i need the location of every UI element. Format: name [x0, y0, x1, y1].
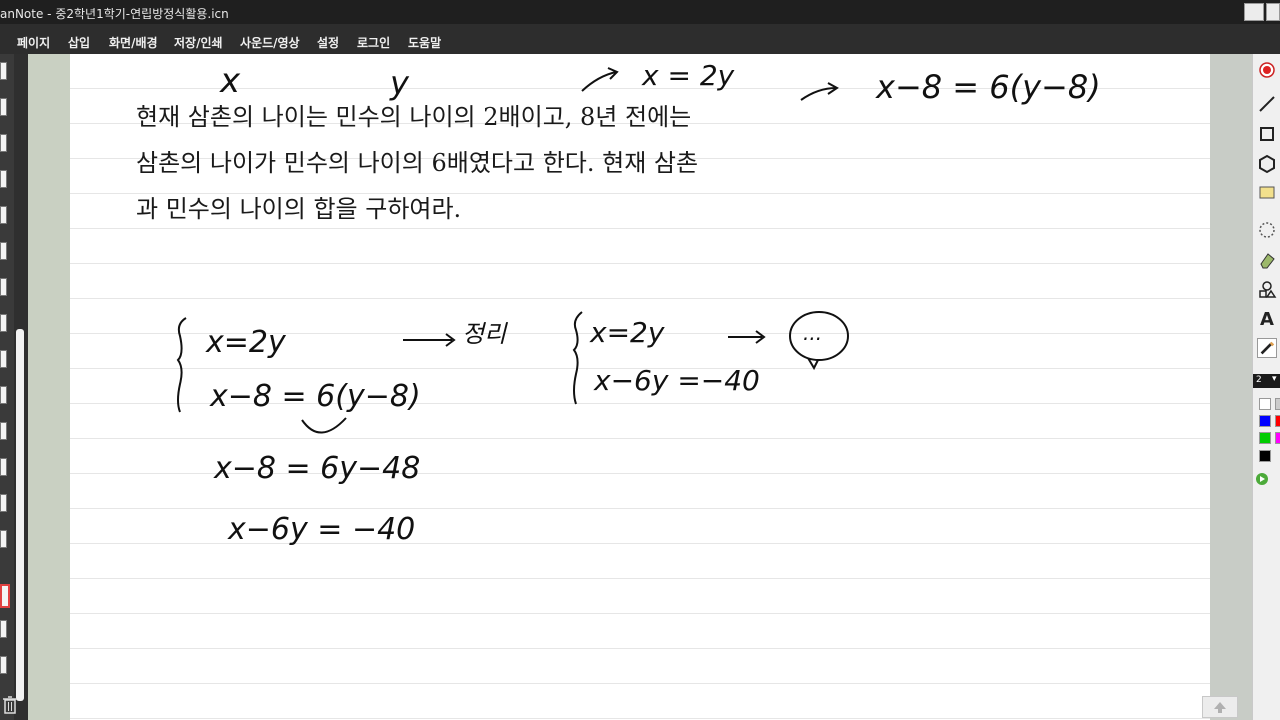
handwritten-top-eq1: x = 2y: [641, 59, 735, 92]
arrow-word: 정리: [462, 320, 508, 348]
system2-eq1: x=2y: [589, 316, 665, 349]
note-page[interactable]: 현재 삼촌의 나이는 민수의 나이의 2배이고, 8년 전에는 삼촌의 나이가 …: [70, 54, 1210, 720]
hexagon-icon[interactable]: [1257, 154, 1277, 174]
minimize-button[interactable]: [1244, 3, 1264, 21]
rectangle-icon[interactable]: [1257, 124, 1277, 144]
menu-bar: 페이지 삽입 화면/배경 저장/인쇄 사운드/영상 설정 로그인 도움말: [0, 24, 1280, 54]
color-swatch-blue[interactable]: [1259, 415, 1271, 427]
menu-help[interactable]: 도움말: [408, 34, 441, 51]
step2-eq: x−6y = −40: [227, 512, 415, 547]
color-swatch-black[interactable]: [1259, 450, 1271, 462]
page-thumbnail[interactable]: [0, 170, 7, 188]
record-icon[interactable]: [1257, 60, 1277, 80]
page-thumbnail[interactable]: [0, 278, 7, 296]
brace-icon: [572, 311, 583, 405]
color-swatch-white[interactable]: [1259, 398, 1271, 410]
maximize-button[interactable]: [1266, 3, 1280, 21]
line-icon[interactable]: [1257, 94, 1277, 114]
page-thumbnail[interactable]: [0, 350, 7, 368]
distribute-mark-icon: [301, 417, 347, 434]
page-thumbnail[interactable]: [0, 422, 7, 440]
color-swatch-magenta[interactable]: [1275, 432, 1280, 444]
page-thumbnail[interactable]: [0, 386, 7, 404]
lasso-icon[interactable]: [1257, 220, 1277, 240]
title-bar: anNote - 중2학년1학기-연립방정식활용.icn: [0, 0, 1280, 24]
page-margin: [28, 54, 70, 720]
brace-icon: [176, 317, 187, 413]
page-thumbnail-rail: [0, 54, 14, 720]
page-thumbnail-current[interactable]: [0, 584, 10, 608]
window-title: anNote - 중2학년1학기-연립방정식활용.icn: [0, 7, 229, 21]
thumbnail-scrollbar[interactable]: [14, 54, 28, 720]
page-thumbnail[interactable]: [0, 242, 7, 260]
sticky-note-icon[interactable]: [1257, 182, 1277, 202]
scrollbar-thumb[interactable]: [16, 329, 24, 701]
system1-eq2: x−8 = 6(y−8): [209, 379, 421, 414]
right-toolbar: A 2 ▾: [1252, 54, 1280, 720]
handwritten-top-eq2: x−8 = 6(y−8): [875, 68, 1101, 106]
system1-eq1: x=2y: [205, 325, 287, 360]
handwritten-label-y: y: [389, 64, 410, 102]
svg-text:A: A: [1260, 309, 1274, 328]
menu-insert[interactable]: 삽입: [68, 34, 90, 51]
play-icon[interactable]: [1255, 472, 1269, 486]
shapes-icon[interactable]: [1257, 280, 1277, 300]
page-thumbnail[interactable]: [0, 530, 7, 548]
arrow-icon: [581, 71, 617, 92]
page-thumbnail[interactable]: [0, 134, 7, 152]
menu-settings[interactable]: 설정: [317, 34, 339, 51]
color-swatch-red[interactable]: [1275, 415, 1280, 427]
handwriting-layer: x y x = 2y x−8 = 6(y−8) x=2y x−8 = 6(y−8…: [176, 59, 1101, 547]
text-icon[interactable]: A: [1257, 308, 1277, 328]
menu-sound-video[interactable]: 사운드/영상: [240, 34, 300, 51]
menu-screen-background[interactable]: 화면/배경: [109, 34, 158, 51]
chevron-down-icon: ▾: [1272, 374, 1277, 384]
handwritten-label-x: x: [219, 61, 241, 101]
page-thumbnail[interactable]: [0, 206, 7, 224]
speech-bubble-text: ...: [803, 321, 822, 345]
page-thumbnail[interactable]: [0, 62, 7, 80]
menu-login[interactable]: 로그인: [357, 34, 390, 51]
color-swatch-green[interactable]: [1259, 432, 1271, 444]
page-thumbnail[interactable]: [0, 314, 7, 332]
page-thumbnail[interactable]: [0, 458, 7, 476]
pen-size-value: 2: [1256, 375, 1262, 385]
page-thumbnail[interactable]: [0, 98, 7, 116]
scroll-top-button[interactable]: [1202, 696, 1238, 718]
arrow-icon: [800, 87, 837, 101]
pen-size-select[interactable]: 2 ▾: [1253, 374, 1280, 388]
pen-icon[interactable]: [1257, 338, 1277, 358]
page-thumbnail[interactable]: [0, 656, 7, 674]
trash-icon[interactable]: [2, 695, 18, 715]
page-thumbnail[interactable]: [0, 494, 7, 512]
system2-eq2: x−6y =−40: [593, 364, 760, 397]
eraser-icon[interactable]: [1257, 250, 1277, 270]
menu-page[interactable]: 페이지: [17, 34, 50, 51]
color-swatch-gray[interactable]: [1275, 398, 1280, 410]
step1-eq: x−8 = 6y−48: [213, 451, 420, 486]
page-thumbnail[interactable]: [0, 620, 7, 638]
arrow-up-icon: [1214, 702, 1226, 713]
menu-save-print[interactable]: 저장/인쇄: [174, 34, 223, 51]
